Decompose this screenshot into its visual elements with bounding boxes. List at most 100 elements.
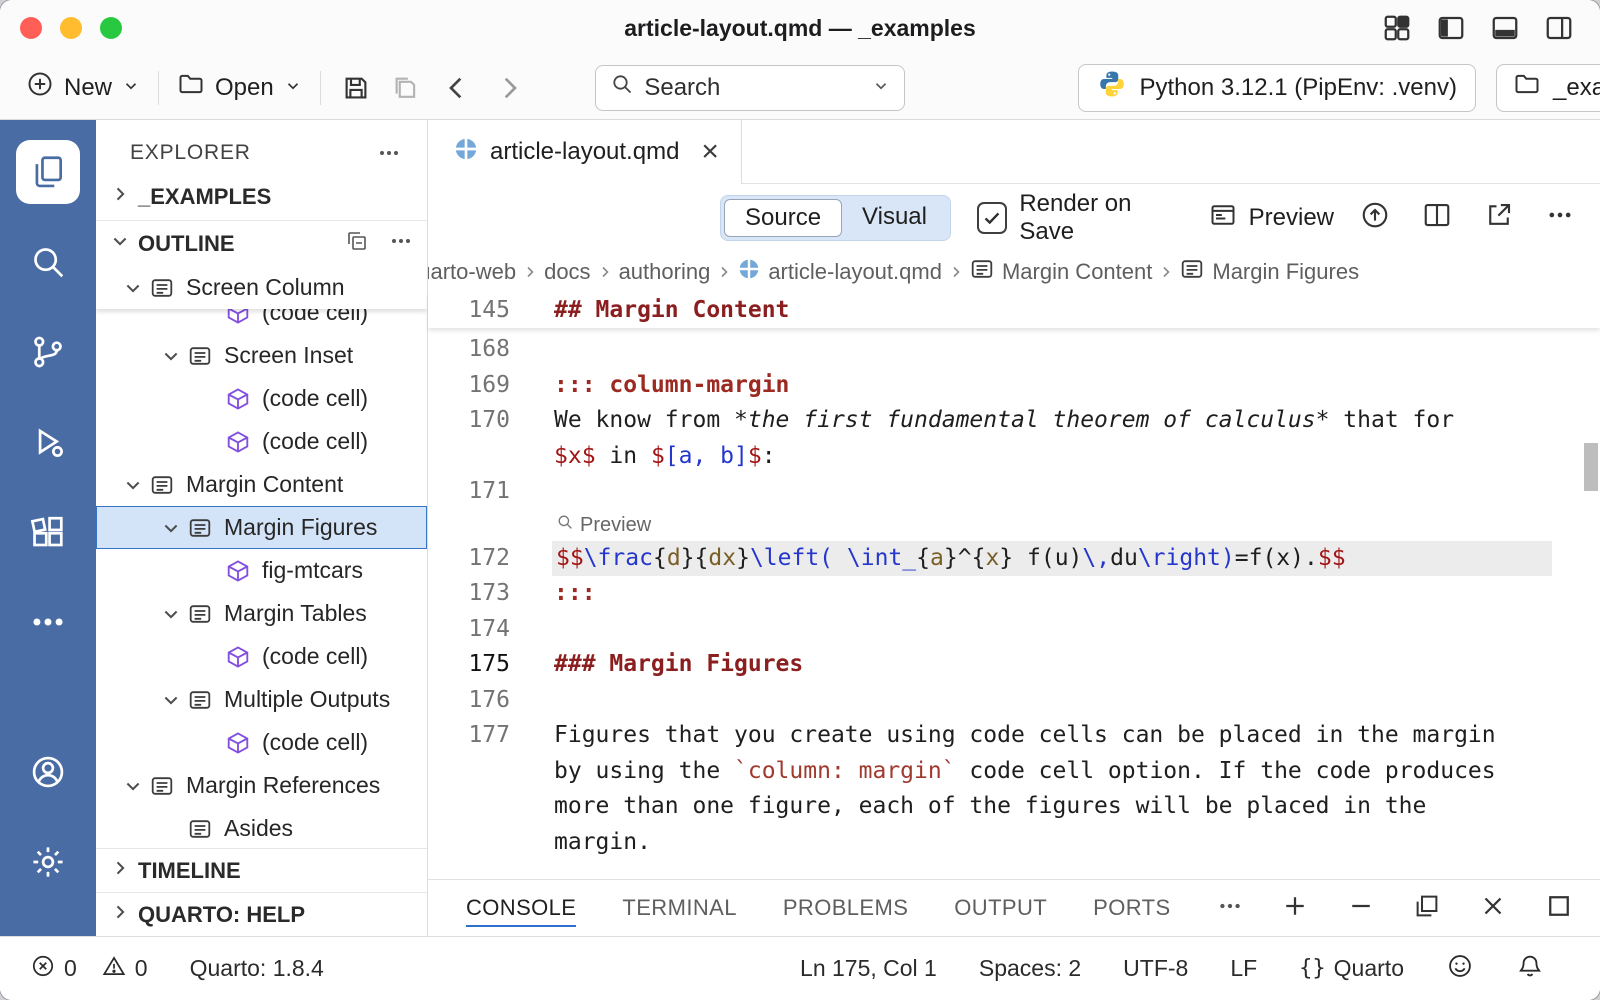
code-line[interactable]: more than one figure, each of the figure… <box>428 789 1600 825</box>
outline-item-margin-references[interactable]: Margin References <box>96 764 427 807</box>
explorer-icon[interactable] <box>16 140 80 204</box>
panel-tab-output[interactable]: OUTPUT <box>954 880 1047 936</box>
outline-item-code-cell[interactable]: (code cell) <box>96 420 427 463</box>
code-editor[interactable]: 168169::: column-margin170We know from *… <box>428 328 1600 879</box>
breadcrumb-item[interactable]: article-layout.qmd <box>738 258 942 286</box>
panel-tab-problems[interactable]: PROBLEMS <box>783 880 908 936</box>
open-button[interactable]: Open <box>169 64 310 111</box>
zoom-window-button[interactable] <box>100 17 122 39</box>
outline-item-screen-column[interactable]: Screen Column <box>96 266 427 309</box>
encoding[interactable]: UTF-8 <box>1123 955 1188 982</box>
more-icon[interactable] <box>16 590 80 654</box>
new-button[interactable]: New <box>18 64 148 111</box>
save-all-icon[interactable] <box>381 73 431 103</box>
outline-item-fig-mtcars[interactable]: fig-mtcars <box>96 549 427 592</box>
panel-tab-console[interactable]: CONSOLE <box>466 880 576 936</box>
extensions-icon[interactable] <box>16 500 80 564</box>
panel-more-icon[interactable] <box>1217 893 1243 924</box>
notifications-bell-icon[interactable] <box>1516 952 1544 986</box>
settings-icon[interactable] <box>16 830 80 894</box>
preview-button[interactable]: Preview <box>1209 201 1334 236</box>
breadcrumb-item[interactable]: Margin Figures <box>1180 257 1359 287</box>
visual-mode-button[interactable]: Visual <box>842 199 947 237</box>
code-line[interactable]: $x$ in $[a, b]$: <box>428 439 1600 475</box>
more-actions-icon[interactable] <box>1546 201 1574 236</box>
indent-setting[interactable]: Spaces: 2 <box>979 955 1081 982</box>
warning-count[interactable]: 0 <box>101 953 148 985</box>
code-line[interactable]: 174 <box>428 612 1600 648</box>
open-in-new-window-icon[interactable] <box>1484 200 1514 237</box>
sidebar-section-quarto-help[interactable]: QUARTO: HELP <box>96 892 427 936</box>
search-input[interactable]: Search <box>595 65 905 111</box>
toggle-panel-icon[interactable] <box>1490 13 1520 43</box>
toggle-secondary-sidebar-icon[interactable] <box>1544 13 1574 43</box>
code-line[interactable]: 173::: <box>428 576 1600 612</box>
collapse-all-icon[interactable] <box>345 229 369 259</box>
sidebar-section-outline[interactable]: OUTLINE <box>96 220 427 266</box>
save-icon[interactable] <box>331 73 381 103</box>
chevron-down-icon[interactable] <box>154 346 188 366</box>
error-count[interactable]: 0 <box>30 953 77 985</box>
breadcrumb-item[interactable]: authoring <box>619 259 711 285</box>
breadcrumb-item[interactable]: docs <box>544 259 590 285</box>
outline-item-margin-tables[interactable]: Margin Tables <box>96 592 427 635</box>
editor-scrollbar[interactable] <box>1584 443 1598 491</box>
render-icon[interactable] <box>1360 200 1390 237</box>
outline-item-multiple-outputs[interactable]: Multiple Outputs <box>96 678 427 721</box>
code-line[interactable]: 171 <box>428 474 1600 510</box>
sidebar-section-examples[interactable]: _EXAMPLES <box>96 174 427 220</box>
restore-panel-icon[interactable] <box>1412 891 1442 926</box>
render-on-save-control[interactable]: Render on Save <box>977 190 1183 246</box>
minimize-panel-icon[interactable] <box>1346 891 1376 926</box>
minimize-window-button[interactable] <box>60 17 82 39</box>
chevron-down-icon[interactable] <box>154 604 188 624</box>
code-line[interactable]: by using the `column: margin` code cell … <box>428 754 1600 790</box>
code-line[interactable]: 176 <box>428 683 1600 719</box>
chevron-down-icon[interactable] <box>154 518 188 538</box>
account-icon[interactable] <box>16 740 80 804</box>
outline-item-asides[interactable]: Asides <box>96 807 427 848</box>
code-line[interactable]: 169::: column-margin <box>428 368 1600 404</box>
render-on-save-checkbox[interactable] <box>977 202 1007 234</box>
panel-tab-terminal[interactable]: TERMINAL <box>622 880 736 936</box>
split-editor-icon[interactable] <box>1422 200 1452 237</box>
explorer-more-icon[interactable] <box>377 141 401 165</box>
outline-item-code-cell[interactable]: (code cell) <box>96 377 427 420</box>
outline-item-margin-content[interactable]: Margin Content <box>96 463 427 506</box>
workspace-selector[interactable]: _examples <box>1496 64 1600 112</box>
outline-item-code-cell[interactable]: (code cell) <box>96 721 427 764</box>
code-line[interactable]: 170We know from *the first fundamental t… <box>428 403 1600 439</box>
source-mode-button[interactable]: Source <box>724 199 842 237</box>
code-line[interactable]: margin. <box>428 825 1600 861</box>
back-button[interactable] <box>431 72 483 104</box>
toggle-primary-sidebar-icon[interactable] <box>1436 13 1466 43</box>
outline-item-screen-inset[interactable]: Screen Inset <box>96 334 427 377</box>
chevron-down-icon[interactable] <box>116 475 150 495</box>
breadcrumb-item[interactable]: Margin Content <box>970 257 1152 287</box>
search-icon[interactable] <box>16 230 80 294</box>
add-console-icon[interactable] <box>1280 891 1310 926</box>
close-panel-icon[interactable] <box>1478 891 1508 926</box>
forward-button[interactable] <box>483 72 535 104</box>
feedback-icon[interactable] <box>1446 952 1474 986</box>
math-preview-widget[interactable]: Preview <box>428 510 1600 541</box>
outline-item-margin-figures[interactable]: Margin Figures <box>96 506 427 549</box>
code-line[interactable]: 168 <box>428 332 1600 368</box>
maximize-panel-icon[interactable] <box>1544 891 1574 926</box>
cursor-position[interactable]: Ln 175, Col 1 <box>800 955 937 982</box>
code-line[interactable]: 177Figures that you create using code ce… <box>428 718 1600 754</box>
sidebar-section-timeline[interactable]: TIMELINE <box>96 848 427 892</box>
close-window-button[interactable] <box>20 17 42 39</box>
quarto-version[interactable]: Quarto: 1.8.4 <box>190 955 324 982</box>
language-mode[interactable]: {} Quarto <box>1299 955 1404 982</box>
chevron-down-icon[interactable] <box>116 776 150 796</box>
panel-tab-ports[interactable]: PORTS <box>1093 880 1170 936</box>
code-line[interactable]: 175### Margin Figures <box>428 647 1600 683</box>
tab-article-layout[interactable]: article-layout.qmd × <box>428 120 742 184</box>
code-line[interactable]: 172$$\frac{d}{dx}\left( \int_{a}^{x} f(u… <box>428 541 1600 577</box>
eol-setting[interactable]: LF <box>1230 955 1257 982</box>
chevron-down-icon[interactable] <box>116 278 150 298</box>
outline-item-code-cell[interactable]: (code cell) <box>96 635 427 678</box>
close-tab-icon[interactable]: × <box>701 137 719 167</box>
outline-more-icon[interactable] <box>389 229 413 259</box>
